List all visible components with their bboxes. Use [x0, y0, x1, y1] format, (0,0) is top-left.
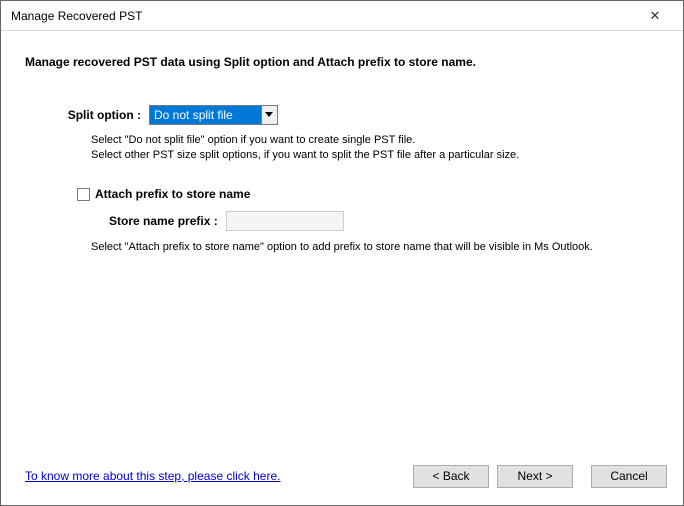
cancel-button[interactable]: Cancel — [591, 465, 667, 488]
footer: To know more about this step, please cli… — [1, 453, 683, 505]
next-button[interactable]: Next > — [497, 465, 573, 488]
attach-prefix-label: Attach prefix to store name — [95, 187, 250, 201]
attach-prefix-row: Attach prefix to store name — [77, 187, 659, 201]
dialog-window: Manage Recovered PST ✕ Manage recovered … — [0, 0, 684, 506]
store-prefix-input[interactable] — [226, 211, 344, 231]
titlebar: Manage Recovered PST ✕ — [1, 1, 683, 31]
attach-prefix-checkbox[interactable] — [77, 188, 90, 201]
attach-help-text: Select "Attach prefix to store name" opt… — [91, 241, 659, 253]
help-link[interactable]: To know more about this step, please cli… — [25, 469, 405, 483]
content-area: Manage recovered PST data using Split op… — [1, 31, 683, 453]
split-option-row: Split option : Do not split file — [59, 105, 659, 125]
window-title: Manage Recovered PST — [11, 9, 635, 23]
split-option-dropdown[interactable]: Do not split file — [149, 105, 278, 125]
split-option-label: Split option : — [59, 108, 149, 122]
split-option-value: Do not split file — [150, 106, 261, 124]
split-help-line1: Select "Do not split file" option if you… — [91, 133, 659, 148]
close-icon: ✕ — [650, 8, 661, 24]
page-heading: Manage recovered PST data using Split op… — [25, 55, 659, 69]
split-help-text: Select "Do not split file" option if you… — [91, 133, 659, 163]
split-help-line2: Select other PST size split options, if … — [91, 148, 659, 163]
store-prefix-row: Store name prefix : — [109, 211, 659, 231]
close-button[interactable]: ✕ — [635, 2, 675, 30]
chevron-down-icon — [261, 106, 277, 124]
back-button[interactable]: < Back — [413, 465, 489, 488]
store-prefix-label: Store name prefix : — [109, 214, 218, 228]
